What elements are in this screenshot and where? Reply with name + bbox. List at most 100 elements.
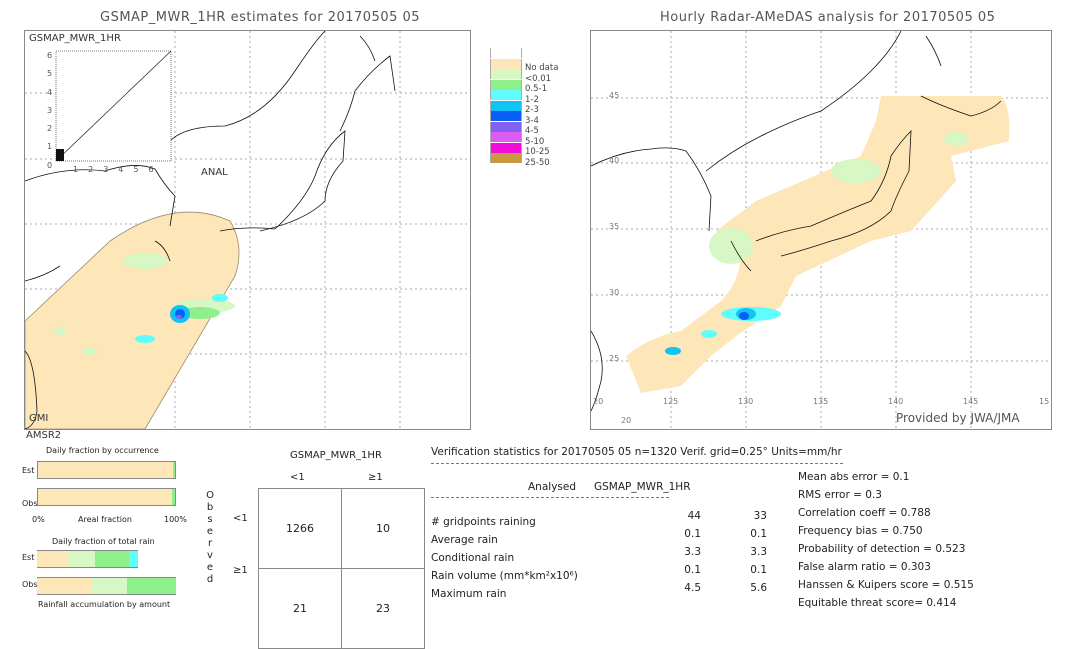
stats-row-analysed: 44: [687, 510, 701, 522]
right-map-canvas: [591, 31, 1051, 429]
total-rain-segment: [127, 577, 176, 595]
lat-label-35: 35: [609, 222, 620, 231]
col-analysed: Analysed: [528, 481, 576, 493]
occurrence-segment-no_rain: [38, 489, 172, 505]
lat-label-30: 30: [609, 288, 620, 297]
data-credit: Provided by JWA/JMA: [896, 411, 1020, 425]
score-line: Frequency bias = 0.750: [798, 525, 923, 537]
cell-false-alarm: 10: [341, 488, 425, 569]
occurrence-segment-no_rain: [38, 462, 173, 478]
left-map-title: GSMAP_MWR_1HR estimates for 20170505 05: [100, 10, 421, 25]
stats-row-analysed: 0.1: [684, 564, 701, 576]
contingency-row-axis-label: Observed: [206, 490, 214, 585]
stats-row-analysed: 3.3: [684, 546, 701, 558]
stats-row-label: Rain volume (mm*km²x10⁶): [431, 570, 578, 582]
total-rain-est-label: Est: [22, 553, 35, 562]
legend-label: 10-25: [525, 147, 550, 158]
legend-label: No data: [525, 63, 559, 74]
sensor-label-amsr2: AMSR2: [26, 430, 62, 441]
legend-swatch: [490, 79, 522, 90]
score-line: Probability of detection = 0.523: [798, 543, 966, 555]
contingency-row-lt1: <1: [233, 513, 248, 524]
total-rain-footer: Rainfall accumulation by amount: [38, 600, 171, 609]
col-estimate: GSMAP_MWR_1HR: [594, 481, 691, 493]
stats-row: Average rain 0.1 0.1: [431, 528, 771, 546]
stats-row-label: Maximum rain: [431, 588, 507, 600]
lat-label-20: 20: [621, 416, 632, 425]
occurrence-est-bar: [37, 461, 176, 479]
total-rain-segment: [37, 577, 92, 595]
stats-row-estimate: 5.6: [750, 582, 767, 594]
occurrence-axis-left: 0%: [32, 515, 45, 524]
score-line: RMS error = 0.3: [798, 489, 882, 501]
legend-label: 25-50: [525, 157, 550, 168]
stats-row-label: Average rain: [431, 534, 498, 546]
verification-rows: # gridpoints raining 44 33 Average rain 0.1 0…: [431, 510, 771, 600]
total-rain-segment: [67, 550, 96, 568]
scatter-inset: [55, 50, 172, 162]
score-line: Mean abs error = 0.1: [798, 471, 910, 483]
contingency-header: GSMAP_MWR_1HR: [290, 450, 382, 461]
lat-label-25: 25: [609, 354, 620, 363]
occurrence-axis-right: 100%: [164, 515, 187, 524]
total-rain-segment: [91, 577, 128, 595]
left-map: GSMAP_MWR_1HR ANAL 65 43 21 0 12 34 56 G…: [24, 30, 471, 430]
occurrence-obs-bar: [37, 488, 176, 506]
legend-label: 1-2: [525, 94, 539, 105]
legend-label: <0.01: [525, 73, 552, 84]
stats-row-estimate: 33: [753, 510, 767, 522]
left-map-canvas: [25, 31, 470, 429]
legend-label: 5-10: [525, 136, 545, 147]
score-line: Equitable threat score= 0.414: [798, 597, 957, 609]
score-line: Correlation coeff = 0.788: [798, 507, 931, 519]
cell-miss: 21: [258, 568, 342, 649]
header-divider: [431, 463, 843, 464]
stats-row-label: Conditional rain: [431, 552, 515, 564]
score-line: Hanssen & Kuipers score = 0.515: [798, 579, 974, 591]
cell-hit: 23: [341, 568, 425, 649]
stats-row-estimate: 0.1: [750, 528, 767, 540]
total-rain-obs-label: Obs: [22, 580, 38, 589]
occurrence-axis-mid: Areal fraction: [78, 515, 132, 524]
stats-row-analysed: 4.5: [684, 582, 701, 594]
stats-row: Rain volume (mm*km²x10⁶) 0.1 0.1: [431, 564, 771, 582]
legend-swatch: [490, 111, 522, 122]
legend-swatch: [490, 69, 522, 80]
legend-swatch: [490, 100, 522, 111]
gmi-swath: [25, 211, 240, 429]
stats-row: # gridpoints raining 44 33: [431, 510, 771, 528]
sensor-label-gmi: GMI: [29, 413, 49, 424]
total-rain-est-bar: [37, 550, 176, 568]
verification-header: Verification statistics for 20170505 05 …: [431, 446, 842, 458]
stats-row: Conditional rain 3.3 3.3: [431, 546, 771, 564]
score-line: False alarm ratio = 0.303: [798, 561, 931, 573]
table-divider: [431, 497, 669, 498]
scatter-ylabel: GSMAP_MWR_1HR: [29, 33, 121, 44]
legend-item: [490, 48, 558, 59]
legend-swatch: [490, 48, 522, 59]
occurrence-obs-label: Obs: [22, 499, 38, 508]
stats-row-estimate: 0.1: [750, 564, 767, 576]
legend-swatch: [490, 121, 522, 132]
legend-label: 2-3: [525, 105, 539, 116]
lat-label-40: 40: [609, 156, 620, 165]
right-map: 45 40 35 30 25 20 20 125 130 135 140 145…: [590, 30, 1052, 430]
legend-label: 3-4: [525, 115, 539, 126]
cell-hit-neg: 1266: [258, 488, 342, 569]
scatter-x-ticks: 12 34 56: [73, 165, 154, 174]
legend-swatch: [490, 90, 522, 101]
occurrence-est-label: Est: [22, 466, 35, 475]
legend-swatch: [490, 132, 522, 143]
contingency-row-ge1: ≥1: [233, 565, 248, 576]
contingency-col-lt1: <1: [290, 472, 305, 483]
occurrence-title: Daily fraction by occurrence: [46, 446, 159, 455]
legend-swatch: [490, 153, 522, 164]
stats-row-estimate: 3.3: [750, 546, 767, 558]
legend-label: 4-5: [525, 126, 539, 137]
legend-swatch: [490, 58, 522, 69]
total-rain-segment: [128, 550, 139, 568]
lat-label-45: 45: [609, 91, 620, 100]
legend-swatch: [490, 142, 522, 153]
total-rain-segment: [95, 550, 129, 568]
legend-item: No data: [490, 58, 559, 74]
